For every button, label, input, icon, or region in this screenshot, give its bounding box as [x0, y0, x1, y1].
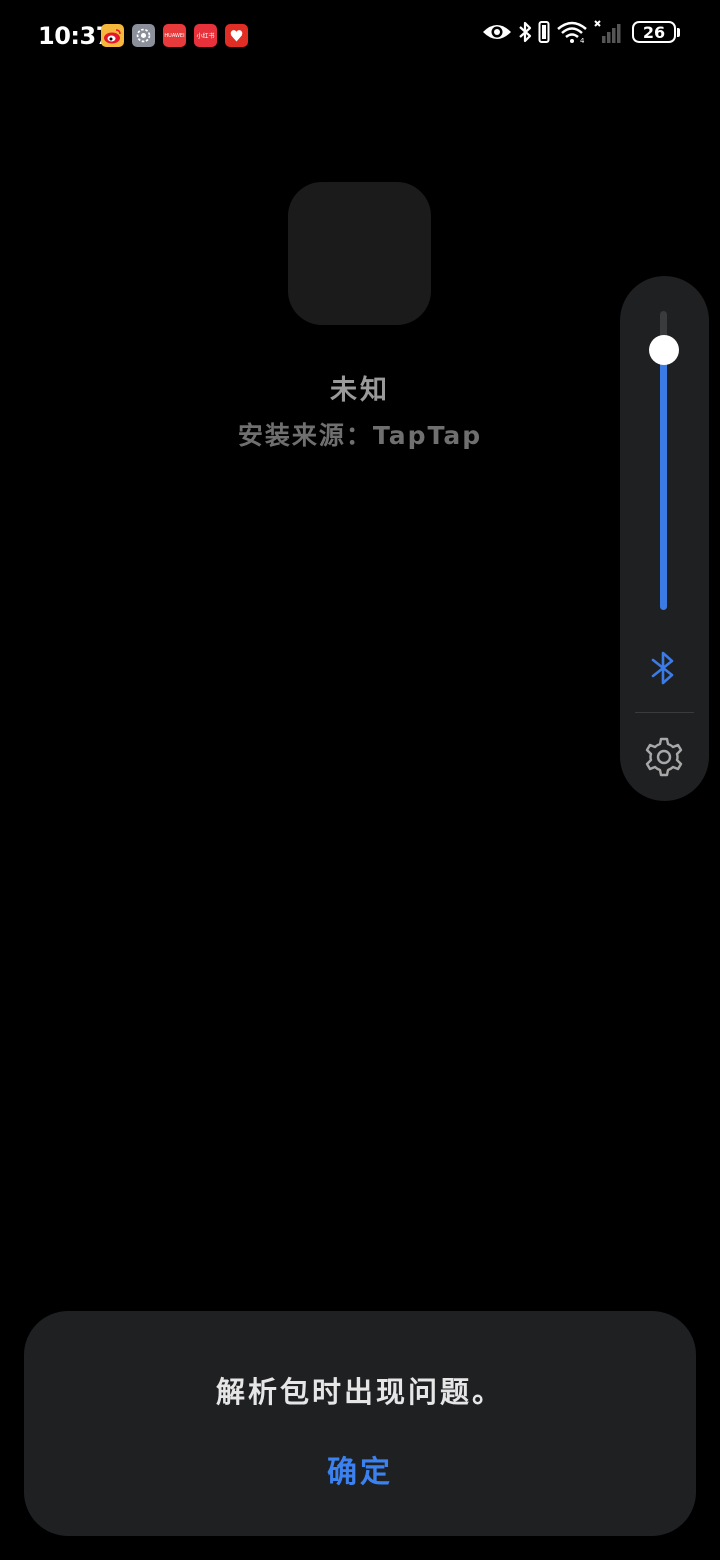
wifi-icon: 4 — [557, 21, 587, 44]
gear-icon[interactable] — [643, 736, 685, 778]
bluetooth-output-icon[interactable] — [648, 648, 678, 688]
bluetooth-icon — [519, 21, 532, 43]
error-dialog: 解析包时出现问题。 确定 — [24, 1311, 696, 1536]
vmall-icon: HUAWEI — [163, 24, 186, 47]
dialog-message: 解析包时出现问题。 — [215, 1375, 504, 1409]
vibrate-icon — [538, 21, 550, 43]
eye-comfort-icon — [483, 25, 511, 39]
app-icon-placeholder — [288, 182, 431, 325]
pinduoduo-icon — [225, 24, 248, 47]
no-signal-icon — [594, 20, 621, 43]
volume-slider-fill — [660, 350, 667, 610]
svg-text:4: 4 — [580, 37, 585, 44]
weibo-icon — [101, 24, 124, 47]
system-icons: 4 26 — [482, 20, 680, 44]
vmall-label: HUAWEI — [164, 32, 185, 39]
install-source: 安装来源：TapTap — [237, 421, 483, 450]
xiaohongshu-icon: 小红书 — [194, 24, 217, 47]
battery-icon: 26 — [632, 21, 680, 43]
battery-level: 26 — [632, 21, 676, 43]
app-name: 未知 — [330, 375, 390, 406]
confirm-button[interactable]: 确定 — [260, 1439, 460, 1499]
volume-panel-divider — [635, 712, 694, 713]
notification-icons: HUAWEI 小红书 — [101, 24, 248, 47]
settings-app-icon — [132, 24, 155, 47]
volume-slider-thumb[interactable] — [649, 335, 679, 365]
xiaohongshu-label: 小红书 — [196, 33, 215, 40]
status-bar: 10:37 HUAWEI 小红书 4 26 — [0, 0, 720, 72]
